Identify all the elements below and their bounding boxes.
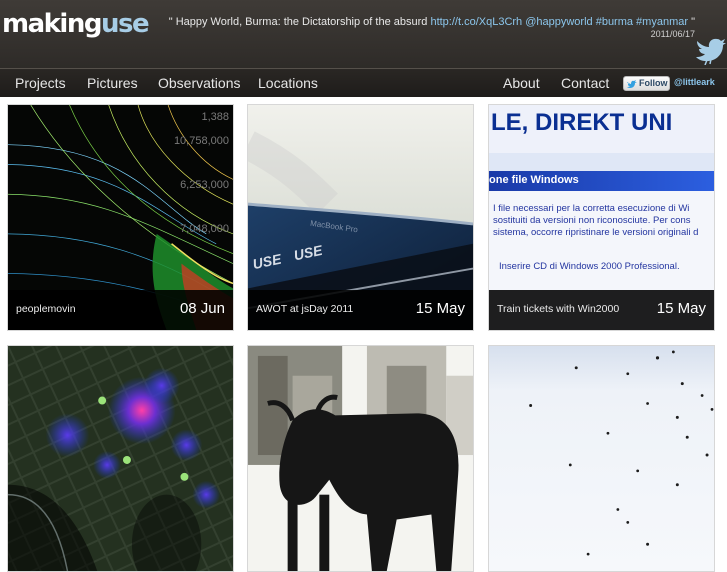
twitter-bird-small-icon (627, 80, 637, 88)
latest-tweet: " Happy World, Burma: the Dictatorship o… (135, 15, 695, 29)
sticker-label: USE (292, 241, 324, 264)
window-title: one file Windows (489, 174, 579, 186)
project-grid: 1,388 10,758,000 6,253,000 7,048,000 peo… (0, 97, 727, 572)
tile-map-heatmap[interactable] (7, 345, 234, 572)
nav-about[interactable]: About (503, 75, 540, 91)
map-heatmap-thumbnail (8, 346, 233, 571)
tweet-text: " Happy World, Burma: the Dictatorship o… (168, 16, 431, 28)
number-label: 6,253,000 (180, 179, 229, 191)
nav-contact[interactable]: Contact (561, 75, 609, 91)
tile-title: Train tickets with Win2000 (497, 303, 620, 315)
tile-title: peoplemovin (16, 303, 76, 315)
main-nav: Projects Pictures Observations Locations… (0, 68, 727, 97)
number-label: 10,758,000 (173, 135, 229, 147)
twitter-bird-icon[interactable] (695, 33, 727, 65)
message-line: sistema, occorre ripristinare le version… (493, 227, 699, 238)
tile-caption: Train tickets with Win2000 15 May (489, 290, 714, 330)
message-line: sostituiti da versioni non riconosciute.… (493, 215, 691, 226)
peoplemovin-number-labels: 1,388 10,758,000 6,253,000 7,048,000 (8, 105, 233, 245)
tile-caption: AWOT at jsDay 2011 15 May (248, 290, 473, 330)
tile-caption: peoplemovin 08 Jun (8, 290, 233, 330)
tweet-date: 2011/06/17 (650, 29, 695, 39)
site-header: makinguse " Happy World, Burma: the Dict… (0, 0, 727, 68)
birds-sky-thumbnail (489, 346, 714, 571)
twitter-handle[interactable]: @littleark (674, 77, 715, 87)
tile-date: 15 May (656, 300, 706, 317)
message-line: I file necessari per la corretta esecuzi… (493, 203, 690, 214)
tile-cow-photo[interactable] (247, 345, 474, 572)
nav-projects[interactable]: Projects (15, 75, 66, 91)
tile-title: AWOT at jsDay 2011 (256, 303, 354, 315)
nav-observations[interactable]: Observations (158, 75, 240, 91)
window-titlebar: one file Windows (489, 171, 714, 191)
site-logo[interactable]: makinguse (2, 8, 150, 40)
banner-text: LE, DIREKT UNI (491, 109, 673, 136)
tweet-close-quote: " (688, 16, 695, 28)
number-label: 1,388 (201, 111, 229, 123)
nav-locations[interactable]: Locations (258, 75, 318, 91)
tile-date: 15 May (415, 300, 465, 317)
cow-photo-thumbnail (248, 346, 473, 571)
twitter-follow-button[interactable]: Follow (623, 76, 670, 91)
message-line: Inserire CD di Windows 2000 Professional… (499, 261, 680, 272)
tweet-link[interactable]: http://t.co/XqL3Crh (430, 16, 522, 28)
tile-awot-jsday[interactable]: MacBook Pro USE USE AWOT at jsDay 2011 1… (247, 104, 474, 331)
logo-making: making (2, 9, 102, 39)
tile-date: 08 Jun (179, 300, 225, 317)
nav-pictures[interactable]: Pictures (87, 75, 138, 91)
number-label: 7,048,000 (180, 223, 229, 235)
tweet-tags[interactable]: @happyworld #burma #myanmar (522, 16, 688, 28)
follow-label: Follow (639, 78, 668, 88)
tile-train-tickets[interactable]: LE, DIREKT UNI one file Windows I file n… (488, 104, 715, 331)
screen-banner: LE, DIREKT UNI (489, 105, 714, 153)
sticker-label: USE (251, 250, 283, 273)
tile-peoplemovin[interactable]: 1,388 10,758,000 6,253,000 7,048,000 peo… (7, 104, 234, 331)
tile-birds-sky[interactable] (488, 345, 715, 572)
